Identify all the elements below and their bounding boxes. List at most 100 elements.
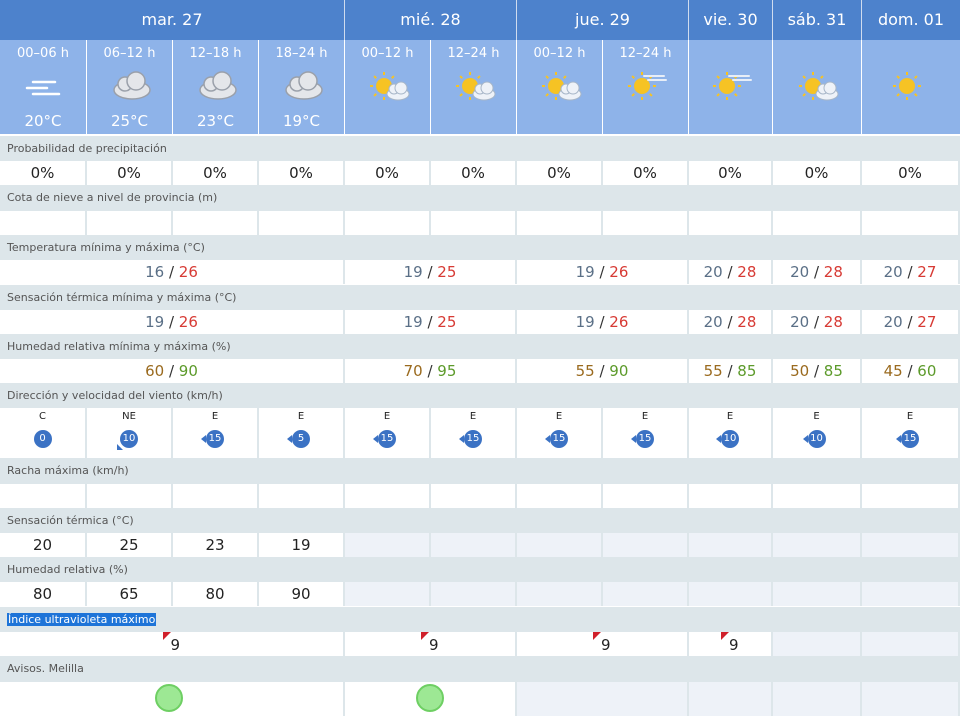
temp-minmax-cell-min: 20 (883, 263, 903, 281)
wind-arrow-icon: 0 (33, 430, 52, 448)
hum-minmax-cell-min: 60 (145, 362, 165, 380)
feel-minmax-cell-min: 19 (145, 313, 165, 331)
period-temp: 25°C (110, 112, 149, 130)
gust-cell (259, 484, 345, 508)
feel-minmax-cell-min: 19 (575, 313, 595, 331)
feel-minmax-cell-separator: / (902, 313, 918, 331)
period-label: 12–18 h (189, 46, 242, 61)
snow-level-cell (603, 211, 689, 235)
aviso-green-icon[interactable] (416, 684, 444, 712)
wind-arrow-icon: 15 (545, 430, 568, 448)
aviso-green-icon[interactable] (155, 684, 183, 712)
hum-minmax-cell-min: 50 (790, 362, 810, 380)
period-label: 06–12 h (103, 46, 156, 61)
wind-speed: 5 (297, 433, 305, 444)
temp-minmax-cell-max: 26 (609, 263, 629, 281)
label-uv: Índice ultravioleta máximo (0, 607, 960, 633)
hum-cell (431, 582, 517, 606)
wind-arrow-tip (201, 435, 206, 443)
temp-minmax-cell-max: 25 (437, 263, 457, 281)
feel-cell (431, 533, 517, 557)
period-cell: 12–24 h (431, 40, 517, 134)
cloud-icon (108, 68, 152, 104)
gust-cell (517, 484, 603, 508)
feel-minmax-cell-max: 27 (917, 313, 937, 331)
hum-minmax-cell: 70 / 95 (345, 359, 517, 383)
temp-minmax-cell-min: 19 (575, 263, 595, 281)
feel-minmax-cell-min: 20 (790, 313, 810, 331)
temp-minmax-cell-min: 16 (145, 263, 165, 281)
wind-speed: 15 (638, 433, 652, 444)
label-hum-minmax: Humedad relativa mínima y máxima (%) (0, 334, 960, 360)
feel-cell: 25 (87, 533, 173, 557)
hum-minmax-cell-max: 90 (178, 362, 198, 380)
wind-cell: NE 10 (87, 408, 173, 458)
uv-cell: 9 (517, 632, 689, 656)
gust-cell (689, 484, 773, 508)
uv-flag-icon (721, 632, 729, 640)
wind-cell: E 10 (689, 408, 773, 458)
temp-minmax-cell: 20 / 28 (773, 260, 862, 284)
temp-minmax-cell: 20 / 28 (689, 260, 773, 284)
hum-cell: 80 (173, 582, 259, 606)
aviso-cell (773, 682, 862, 716)
feel-cell (517, 533, 603, 557)
wind-speed: 10 (723, 433, 737, 444)
label-feel-minmax: Sensación térmica mínima y máxima (°C) (0, 285, 960, 311)
hum-minmax-cell: 55 / 85 (689, 359, 773, 383)
wind-speed: 15 (208, 433, 222, 444)
feel-minmax-cell: 19 / 25 (345, 310, 517, 334)
gust-cell (345, 484, 431, 508)
wind-direction: E (211, 411, 219, 422)
sun-icon (889, 68, 933, 104)
temp-minmax-cell-separator: / (164, 263, 179, 281)
temp-minmax-cell-max: 28 (737, 263, 757, 281)
feel-minmax-cell-max: 28 (737, 313, 757, 331)
precip-cell: 0% (345, 161, 431, 185)
wind-direction: E (906, 411, 914, 422)
hum-minmax-cell-separator: / (594, 362, 610, 380)
wind-arrow-tip (716, 435, 721, 443)
label-wind: Dirección y velocidad del viento (km/h) (0, 383, 960, 409)
hum-minmax-cell-separator: / (164, 362, 179, 380)
gust-cell (773, 484, 862, 508)
aviso-cell (0, 682, 345, 716)
hum-cell: 80 (0, 582, 87, 606)
gust-cell (862, 484, 960, 508)
wind-cell: E 15 (517, 408, 603, 458)
snow-level-cell (862, 211, 960, 235)
wind-cell: E 10 (773, 408, 862, 458)
label-hum: Humedad relativa (%) (0, 557, 960, 583)
snow-level-cell (87, 211, 173, 235)
forecast-table: mar. 27 mié. 28 jue. 29 vie. 30 sáb. 31 … (0, 0, 960, 720)
feel-minmax-cell: 19 / 26 (517, 310, 689, 334)
period-cell: 06–12 h 25°C (87, 40, 173, 134)
feel-minmax-cell-separator: / (164, 313, 179, 331)
wind-arrow-icon: 10 (117, 430, 138, 450)
feel-minmax-cell: 20 / 27 (862, 310, 960, 334)
gust-cell (431, 484, 517, 508)
snow-level-cell (517, 211, 603, 235)
precip-cell: 0% (173, 161, 259, 185)
feel-minmax-cell-separator: / (594, 313, 610, 331)
snow-level-cell (0, 211, 87, 235)
wind-arrow-icon: 15 (459, 430, 482, 448)
period-label: 18–24 h (275, 46, 328, 61)
wind-arrow-tip (459, 435, 464, 443)
sun-cloud-icon (538, 68, 582, 104)
aviso-cell (345, 682, 517, 716)
temp-minmax-cell: 16 / 26 (0, 260, 345, 284)
day-header-fri: vie. 30 (689, 0, 773, 40)
wind-cell: E 15 (431, 408, 517, 458)
hum-cell (773, 582, 862, 606)
period-cell: 12–24 h (603, 40, 689, 134)
uv-cell (773, 632, 862, 656)
sun-cloud-icon (366, 68, 410, 104)
period-temp: 20°C (24, 112, 62, 130)
wind-arrow-tip (117, 444, 123, 450)
uv-flag-icon (593, 632, 601, 640)
hum-minmax-cell-max: 60 (917, 362, 937, 380)
wind-arrow-tip (545, 435, 550, 443)
wind-speed: 15 (903, 433, 917, 444)
period-cell: 18–24 h 19°C (259, 40, 345, 134)
